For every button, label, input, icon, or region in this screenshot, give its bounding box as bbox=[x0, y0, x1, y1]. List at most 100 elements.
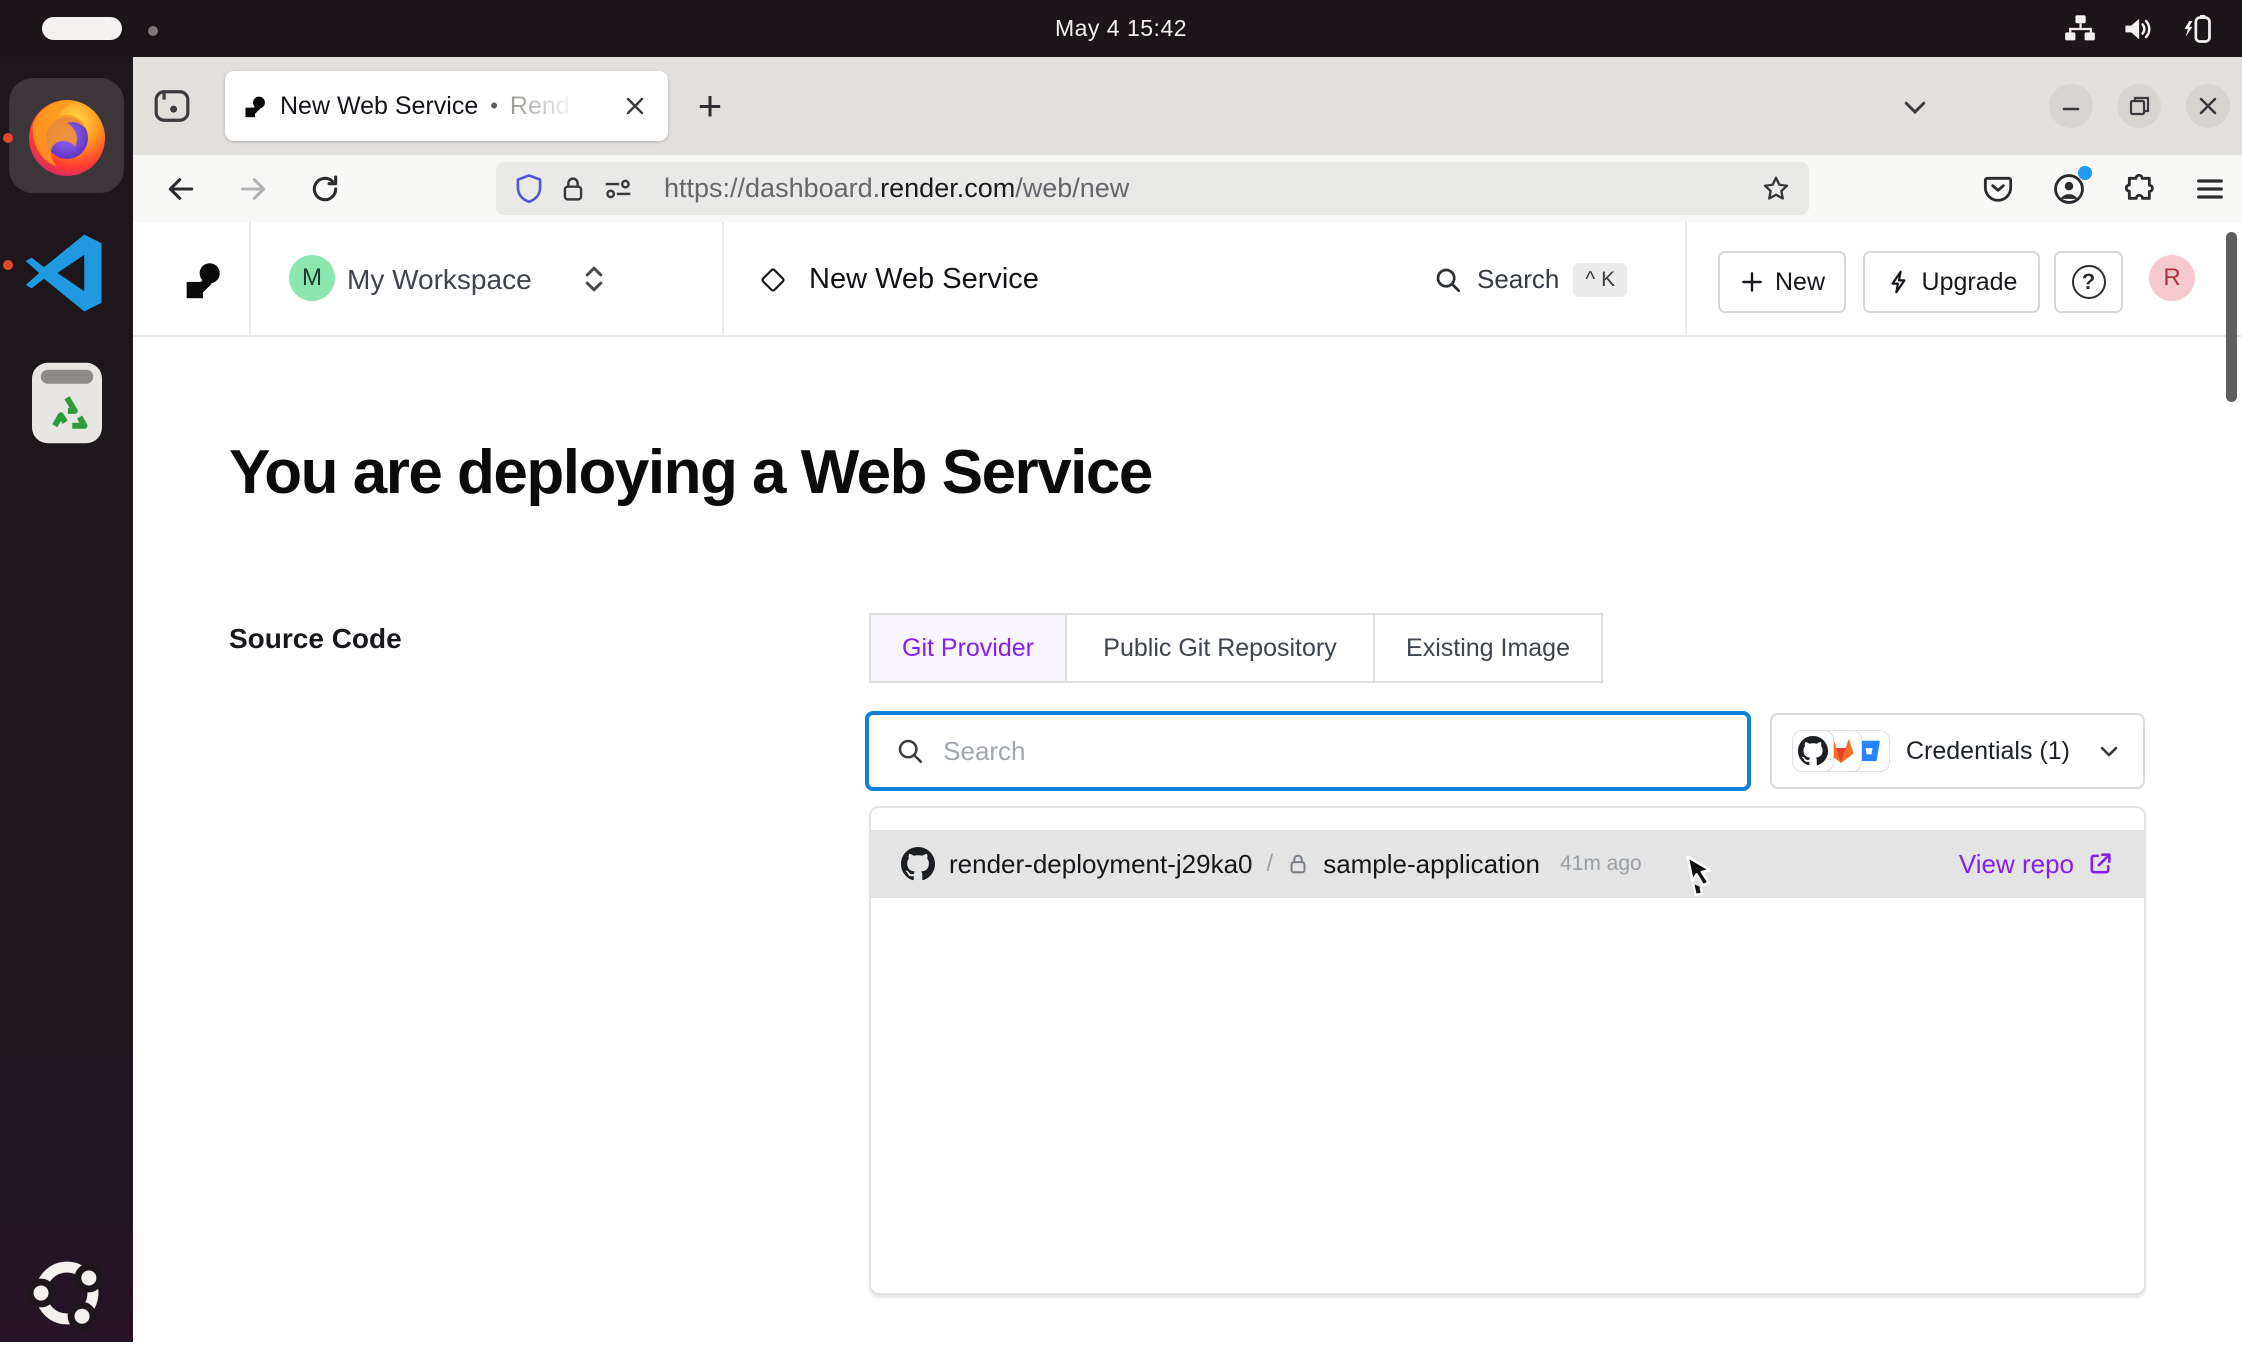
window-restore-button[interactable] bbox=[2117, 84, 2161, 128]
show-apps-button[interactable] bbox=[9, 1235, 124, 1350]
mouse-cursor bbox=[1673, 852, 1721, 904]
source-code-label: Source Code bbox=[229, 623, 402, 655]
tab-title: New Web Service bbox=[280, 92, 478, 121]
header-divider bbox=[249, 222, 251, 335]
firefox-view-button[interactable] bbox=[147, 82, 197, 130]
private-repo-lock-icon bbox=[1287, 852, 1309, 876]
github-credential-badge bbox=[1792, 730, 1834, 772]
browser-tab-active[interactable]: New Web Service • Rend bbox=[225, 71, 668, 141]
new-button[interactable]: New bbox=[1718, 251, 1846, 313]
page-content: You are deploying a Web Service Source C… bbox=[133, 337, 2242, 1340]
bookmark-star-button[interactable] bbox=[1761, 174, 1791, 204]
workspace-name[interactable]: My Workspace bbox=[347, 222, 532, 337]
chevron-down-icon bbox=[1900, 92, 1930, 122]
render-app-header: M My Workspace New Web Service Search ^ … bbox=[133, 222, 2242, 337]
back-arrow-icon bbox=[165, 173, 197, 205]
github-icon bbox=[901, 847, 935, 881]
vscode-icon bbox=[21, 227, 113, 319]
header-divider bbox=[1685, 222, 1687, 335]
new-tab-button[interactable]: + bbox=[685, 82, 735, 130]
dock-item-vscode[interactable] bbox=[9, 215, 124, 330]
render-logo-icon bbox=[179, 257, 225, 303]
page-title: New Web Service bbox=[809, 222, 1039, 337]
system-tray[interactable] bbox=[2064, 0, 2214, 57]
firefox-running-dot bbox=[3, 133, 13, 143]
repo-list-panel: render-deployment-j29ka0 / sample-applic… bbox=[869, 806, 2146, 1295]
help-button[interactable]: ? bbox=[2054, 251, 2123, 313]
repo-search-input[interactable] bbox=[943, 736, 1721, 767]
dock bbox=[0, 57, 133, 1342]
account-button[interactable] bbox=[2052, 172, 2086, 206]
user-avatar[interactable]: R bbox=[2149, 255, 2195, 301]
page-scrollbar-thumb[interactable] bbox=[2226, 232, 2237, 402]
tab-close-button[interactable] bbox=[618, 89, 652, 123]
repo-separator: / bbox=[1267, 850, 1274, 878]
browser-window: New Web Service • Rend + bbox=[133, 57, 2242, 1342]
forward-button[interactable] bbox=[233, 169, 273, 209]
reload-icon bbox=[309, 173, 341, 205]
tab-git-provider[interactable]: Git Provider bbox=[871, 615, 1067, 681]
lightning-bolt-icon bbox=[1886, 269, 1912, 295]
upgrade-button[interactable]: Upgrade bbox=[1863, 251, 2040, 313]
question-icon: ? bbox=[2072, 265, 2106, 299]
url-bar[interactable]: https://dashboard.render.com/web/new bbox=[496, 162, 1809, 215]
ubuntu-logo-icon bbox=[26, 1252, 108, 1334]
battery-icon[interactable] bbox=[2180, 13, 2214, 45]
url-text[interactable]: https://dashboard.render.com/web/new bbox=[664, 173, 1129, 204]
search-icon bbox=[1433, 265, 1463, 295]
repo-row[interactable]: render-deployment-j29ka0 / sample-applic… bbox=[871, 830, 2144, 898]
repo-name: sample-application bbox=[1323, 849, 1540, 880]
window-close-button[interactable] bbox=[2186, 84, 2230, 128]
close-icon bbox=[623, 94, 647, 118]
account-notification-dot bbox=[2078, 166, 2092, 180]
trash-icon bbox=[25, 359, 109, 447]
dock-item-trash[interactable] bbox=[9, 345, 124, 460]
pocket-button[interactable] bbox=[1982, 173, 2014, 205]
list-all-tabs-button[interactable] bbox=[1889, 85, 1941, 129]
workspace-switcher-button[interactable] bbox=[577, 260, 611, 298]
extensions-button[interactable] bbox=[2124, 173, 2156, 205]
header-divider bbox=[722, 222, 724, 335]
repo-owner: render-deployment-j29ka0 bbox=[949, 849, 1253, 880]
minimize-icon bbox=[2060, 95, 2082, 117]
search-icon bbox=[895, 735, 925, 767]
global-search-button[interactable]: Search ^ K bbox=[1433, 222, 1627, 337]
render-logo[interactable] bbox=[179, 257, 225, 303]
repo-updated-time: 41m ago bbox=[1560, 852, 1642, 876]
tab-bar: New Web Service • Rend + bbox=[133, 57, 2242, 155]
tab-existing-image[interactable]: Existing Image bbox=[1375, 615, 1601, 681]
system-clock[interactable]: May 4 15:42 bbox=[0, 0, 2242, 57]
hamburger-menu-icon bbox=[2194, 173, 2226, 205]
network-icon[interactable] bbox=[2064, 14, 2096, 44]
credentials-label: Credentials (1) bbox=[1906, 737, 2070, 766]
app-menu-button[interactable] bbox=[2194, 173, 2226, 205]
system-topbar: May 4 15:42 bbox=[0, 0, 2242, 57]
firefox-view-icon bbox=[153, 88, 191, 124]
global-search-label: Search bbox=[1477, 264, 1559, 295]
permissions-icon[interactable] bbox=[602, 175, 634, 203]
close-icon bbox=[2196, 94, 2220, 118]
page-heading: You are deploying a Web Service bbox=[229, 437, 1152, 508]
restore-icon bbox=[2127, 94, 2151, 118]
volume-icon[interactable] bbox=[2122, 14, 2154, 44]
back-button[interactable] bbox=[161, 169, 201, 209]
dock-item-firefox[interactable] bbox=[9, 78, 124, 193]
repo-search-box[interactable] bbox=[865, 711, 1751, 791]
credentials-dropdown[interactable]: Credentials (1) bbox=[1770, 713, 2145, 789]
workspace-avatar[interactable]: M bbox=[289, 255, 335, 301]
lock-icon[interactable] bbox=[560, 174, 586, 204]
search-shortcut-badge: ^ K bbox=[1573, 263, 1627, 297]
render-favicon bbox=[241, 93, 268, 120]
view-repo-link[interactable]: View repo bbox=[1959, 849, 2114, 880]
tab-title-separator: • bbox=[490, 93, 498, 119]
puzzle-icon bbox=[2124, 173, 2156, 205]
reload-button[interactable] bbox=[305, 169, 345, 209]
source-tabs: Git Provider Public Git Repository Exist… bbox=[869, 613, 1603, 683]
tab-public-git-repository[interactable]: Public Git Repository bbox=[1067, 615, 1375, 681]
plus-icon bbox=[1739, 269, 1765, 295]
chevron-down-icon bbox=[2095, 737, 2123, 765]
firefox-icon bbox=[19, 88, 115, 184]
window-minimize-button[interactable] bbox=[2049, 84, 2093, 128]
service-type-icon bbox=[755, 262, 791, 298]
toolbar-right-icons bbox=[1982, 155, 2226, 222]
